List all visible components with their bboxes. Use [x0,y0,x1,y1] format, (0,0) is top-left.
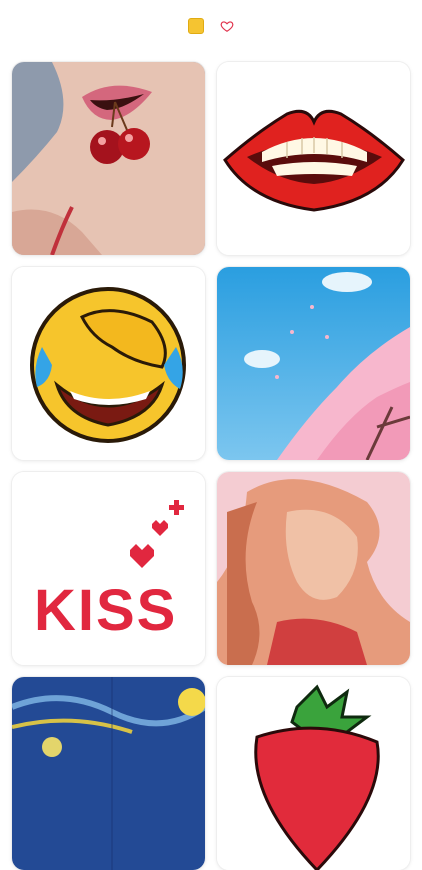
pixel-lips-image [217,62,410,255]
artwork-card-pixel-strawberry[interactable] [217,677,410,870]
artwork-card-pixel-lips[interactable] [217,62,410,255]
artwork-card-woman-portrait[interactable] [217,472,410,665]
pixel-strawberry-image [217,677,410,870]
woman-portrait-image [217,472,410,665]
artwork-card-starry-night[interactable] [12,677,205,870]
kiss-text: KISS [34,578,177,643]
lips-cherries-image [12,62,205,255]
sakura-sky-image [217,267,410,460]
starry-night-image [12,677,205,870]
top-bar [0,0,422,52]
artwork-card-lips-cherries[interactable] [12,62,205,255]
artwork-card-laughing-emoji[interactable] [12,267,205,460]
kiss-image: KISS [12,472,205,665]
heart-outline-icon[interactable] [220,19,234,33]
artwork-card-sakura-sky[interactable] [217,267,410,460]
yellow-square-icon[interactable] [188,18,204,34]
artwork-card-kiss[interactable]: KISS [12,472,205,665]
laughing-emoji-image [12,267,205,460]
artwork-grid: KISS [12,62,410,870]
